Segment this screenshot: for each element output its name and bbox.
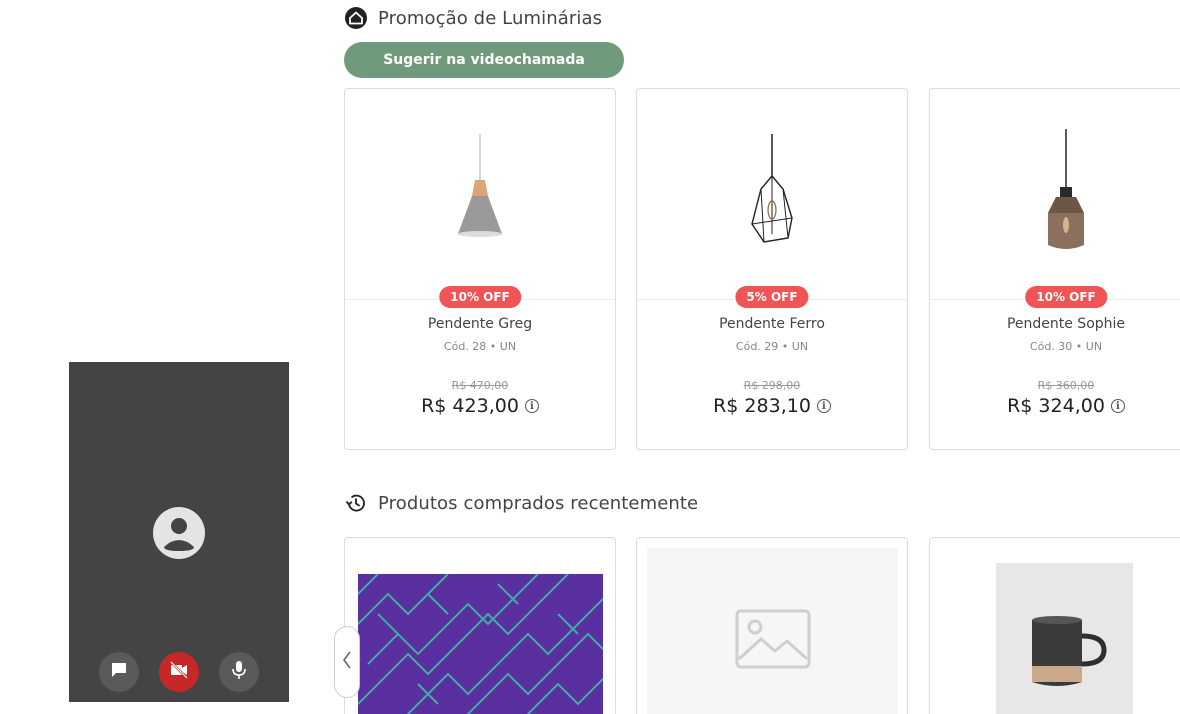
product-name: Pendente Ferro — [719, 316, 825, 332]
collapse-panel-button[interactable] — [334, 626, 360, 698]
recent-product-card[interactable] — [636, 537, 908, 714]
old-price: R$ 298,00 — [743, 379, 801, 392]
image-placeholder — [647, 548, 898, 714]
old-price: R$ 470,00 — [451, 379, 509, 392]
camera-off-icon — [169, 661, 189, 683]
info-icon[interactable]: i — [1110, 399, 1125, 413]
product-card[interactable]: 10% OFF Pendente Greg Cód. 28 • UN R$ 47… — [344, 88, 616, 450]
store-icon — [344, 6, 368, 30]
user-avatar-icon — [153, 507, 205, 559]
product-image — [930, 89, 1180, 299]
current-price: R$ 283,10 — [713, 395, 811, 417]
info-icon[interactable]: i — [524, 399, 539, 413]
camera-toggle-button[interactable] — [159, 652, 199, 692]
video-call-panel — [69, 362, 289, 702]
microphone-button[interactable] — [219, 652, 259, 692]
recent-section-title: Produtos comprados recentemente — [344, 491, 698, 515]
product-name: Pendente Sophie — [1006, 316, 1126, 332]
recent-product-card[interactable] — [929, 537, 1180, 714]
discount-badge: 10% OFF — [439, 286, 521, 308]
product-image — [358, 574, 603, 714]
product-code: Cód. 29 • UN — [735, 340, 809, 353]
page: Promoção de Luminárias Sugerir na videoc… — [0, 0, 1180, 714]
microphone-icon — [231, 660, 247, 684]
promo-section-title: Promoção de Luminárias — [344, 6, 602, 30]
suggest-in-videocall-button[interactable]: Sugerir na videochamada — [344, 42, 624, 78]
image-placeholder-icon — [735, 609, 811, 673]
product-image — [637, 89, 907, 299]
product-card[interactable]: 10% OFF Pendente Sophie Cód. 30 • UN R$ … — [929, 88, 1180, 450]
product-code: Cód. 28 • UN — [443, 340, 517, 353]
info-icon[interactable]: i — [816, 399, 831, 413]
history-icon — [344, 491, 368, 515]
product-image — [345, 89, 615, 299]
discount-badge: 10% OFF — [1025, 286, 1107, 308]
current-price: R$ 324,00 — [1007, 395, 1105, 417]
chat-button[interactable] — [99, 652, 139, 692]
recent-title-text: Produtos comprados recentemente — [378, 492, 699, 514]
recent-product-card[interactable] — [344, 537, 616, 714]
product-image — [996, 563, 1133, 714]
current-price: R$ 423,00 — [421, 395, 519, 417]
price-row: R$ 423,00 i — [345, 395, 615, 417]
promo-title-text: Promoção de Luminárias — [378, 7, 603, 29]
product-card[interactable]: 5% OFF Pendente Ferro Cód. 29 • UN R$ 29… — [636, 88, 908, 450]
chat-icon — [110, 661, 128, 683]
price-row: R$ 283,10 i — [637, 395, 907, 417]
price-row: R$ 324,00 i — [930, 395, 1180, 417]
discount-badge: 5% OFF — [735, 286, 809, 308]
product-name: Pendente Greg — [427, 316, 533, 332]
chevron-left-icon — [342, 651, 352, 673]
old-price: R$ 360,00 — [1037, 379, 1095, 392]
product-code: Cód. 30 • UN — [1029, 340, 1103, 353]
